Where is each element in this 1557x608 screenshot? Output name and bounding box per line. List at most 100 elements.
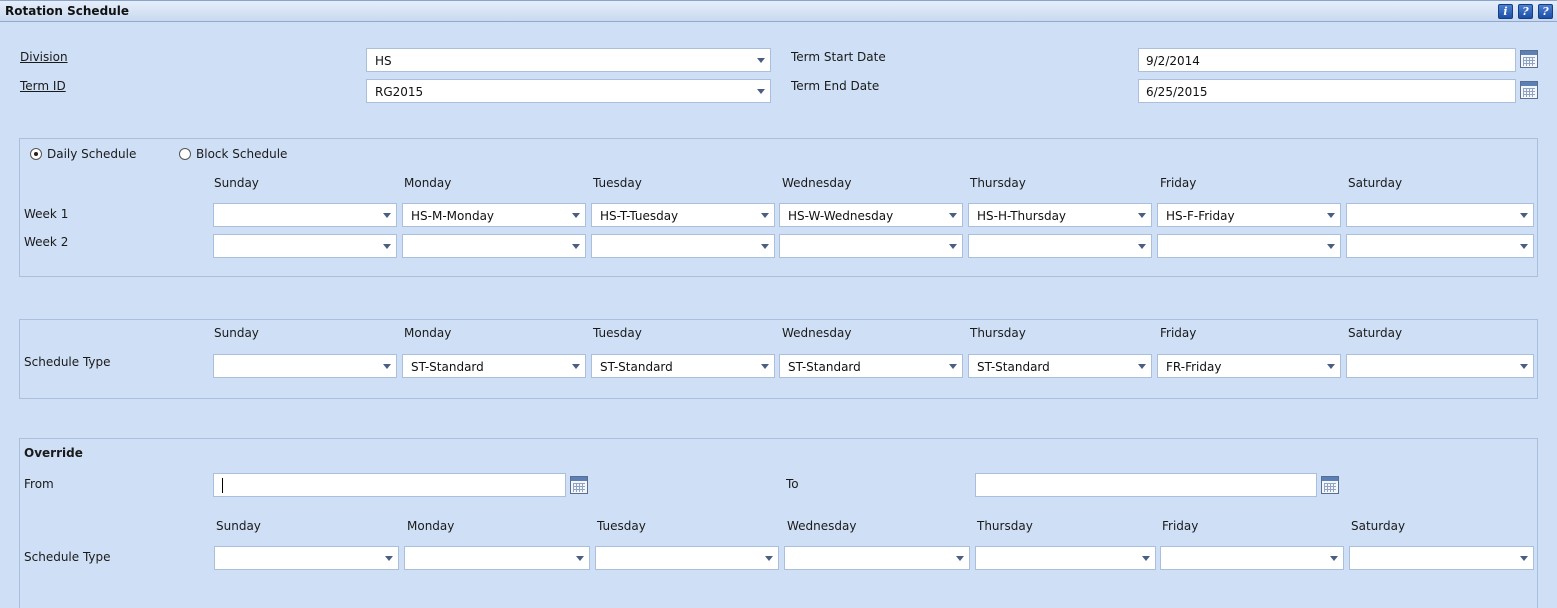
chevron-down-icon[interactable] [1137, 547, 1155, 569]
day-header-monday: Monday [407, 519, 455, 533]
chevron-down-icon[interactable] [752, 49, 770, 71]
schedule-type-saturday-select[interactable] [1346, 354, 1534, 378]
day-header-friday: Friday [1160, 326, 1197, 340]
chevron-down-icon[interactable] [1515, 547, 1533, 569]
calendar-icon[interactable] [1520, 50, 1538, 68]
chevron-down-icon[interactable] [571, 547, 589, 569]
week-1-saturday-select[interactable] [1346, 203, 1534, 227]
week-1-monday-select[interactable]: HS-M-Monday [402, 203, 586, 227]
week-1-friday-select[interactable]: HS-F-Friday [1157, 203, 1341, 227]
day-header-saturday: Saturday [1351, 519, 1406, 533]
calendar-icon[interactable] [1520, 81, 1538, 99]
chevron-down-icon[interactable] [1133, 204, 1151, 226]
override-from-label: From [24, 477, 54, 491]
schedule-type-monday-select[interactable]: ST-Standard [402, 354, 586, 378]
chevron-down-icon[interactable] [1322, 235, 1340, 257]
chevron-down-icon[interactable] [378, 204, 396, 226]
term-end-label: Term End Date [791, 79, 880, 93]
term-id-label[interactable]: Term ID [20, 79, 66, 93]
chevron-down-icon[interactable] [1515, 355, 1533, 377]
week-1-thursday-select[interactable]: HS-H-Thursday [968, 203, 1152, 227]
override-wednesday-select[interactable] [784, 546, 970, 570]
day-header-monday: Monday [404, 176, 452, 190]
term-start-input[interactable]: 9/2/2014 [1138, 48, 1516, 72]
term-end-input[interactable]: 6/25/2015 [1138, 79, 1516, 103]
block-schedule-label[interactable]: Block Schedule [196, 147, 287, 161]
override-sunday-select[interactable] [214, 546, 399, 570]
week-2-wednesday-select[interactable] [779, 234, 963, 258]
block-schedule-radio[interactable] [179, 148, 191, 160]
term-id-value: RG2015 [375, 85, 424, 99]
daily-schedule-radio[interactable] [30, 148, 42, 160]
schedule-type-label: Schedule Type [24, 355, 111, 369]
day-header-thursday: Thursday [970, 326, 1026, 340]
week-2-thursday-select[interactable] [968, 234, 1152, 258]
chevron-down-icon[interactable] [1322, 204, 1340, 226]
week-1-tuesday-select[interactable]: HS-T-Tuesday [591, 203, 775, 227]
override-thursday-select[interactable] [975, 546, 1156, 570]
chevron-down-icon[interactable] [1325, 547, 1343, 569]
day-header-sunday: Sunday [214, 176, 259, 190]
chevron-down-icon[interactable] [944, 235, 962, 257]
chevron-down-icon[interactable] [378, 235, 396, 257]
week-2-sunday-select[interactable] [213, 234, 397, 258]
day-header-saturday: Saturday [1348, 176, 1403, 190]
chevron-down-icon[interactable] [567, 355, 585, 377]
chevron-down-icon[interactable] [378, 355, 396, 377]
window-titlebar: Rotation Schedule i ? ? [0, 0, 1557, 22]
chevron-down-icon[interactable] [756, 235, 774, 257]
day-header-saturday: Saturday [1348, 326, 1403, 340]
chevron-down-icon[interactable] [951, 547, 969, 569]
select-value: ST-Standard [977, 360, 1050, 374]
week-1-wednesday-select[interactable]: HS-W-Wednesday [779, 203, 963, 227]
chevron-down-icon[interactable] [1322, 355, 1340, 377]
week-2-friday-select[interactable] [1157, 234, 1341, 258]
chevron-down-icon[interactable] [752, 80, 770, 102]
day-header-sunday: Sunday [214, 326, 259, 340]
select-value: ST-Standard [600, 360, 673, 374]
term-id-select[interactable]: RG2015 [366, 79, 771, 103]
schedule-type-wednesday-select[interactable]: ST-Standard [779, 354, 963, 378]
chevron-down-icon[interactable] [760, 547, 778, 569]
week-1-sunday-select[interactable] [213, 203, 397, 227]
select-value: ST-Standard [788, 360, 861, 374]
override-friday-select[interactable] [1160, 546, 1344, 570]
day-header-thursday: Thursday [977, 519, 1033, 533]
chevron-down-icon[interactable] [1515, 235, 1533, 257]
help-icon[interactable]: ? [1518, 4, 1533, 19]
week-2-tuesday-select[interactable] [591, 234, 775, 258]
override-monday-select[interactable] [404, 546, 590, 570]
chevron-down-icon[interactable] [380, 547, 398, 569]
schedule-type-friday-select[interactable]: FR-Friday [1157, 354, 1341, 378]
question-icon[interactable]: ? [1538, 4, 1553, 19]
chevron-down-icon[interactable] [756, 204, 774, 226]
division-label[interactable]: Division [20, 50, 68, 64]
day-header-friday: Friday [1162, 519, 1199, 533]
schedule-type-thursday-select[interactable]: ST-Standard [968, 354, 1152, 378]
division-select[interactable]: HS [366, 48, 771, 72]
week-2-monday-select[interactable] [402, 234, 586, 258]
info-icon[interactable]: i [1498, 4, 1513, 19]
chevron-down-icon[interactable] [1515, 204, 1533, 226]
override-to-input[interactable] [975, 473, 1317, 497]
week-2-saturday-select[interactable] [1346, 234, 1534, 258]
chevron-down-icon[interactable] [567, 235, 585, 257]
chevron-down-icon[interactable] [1133, 355, 1151, 377]
chevron-down-icon[interactable] [756, 355, 774, 377]
override-from-input[interactable] [213, 473, 566, 497]
chevron-down-icon[interactable] [567, 204, 585, 226]
schedule-type-tuesday-select[interactable]: ST-Standard [591, 354, 775, 378]
calendar-icon[interactable] [570, 476, 588, 494]
daily-schedule-label[interactable]: Daily Schedule [47, 147, 136, 161]
override-tuesday-select[interactable] [595, 546, 779, 570]
text-caret [222, 478, 223, 493]
day-header-tuesday: Tuesday [597, 519, 646, 533]
chevron-down-icon[interactable] [944, 204, 962, 226]
week-1-label: Week 1 [24, 207, 69, 221]
override-saturday-select[interactable] [1349, 546, 1534, 570]
day-header-sunday: Sunday [216, 519, 261, 533]
chevron-down-icon[interactable] [1133, 235, 1151, 257]
schedule-type-sunday-select[interactable] [213, 354, 397, 378]
calendar-icon[interactable] [1321, 476, 1339, 494]
chevron-down-icon[interactable] [944, 355, 962, 377]
